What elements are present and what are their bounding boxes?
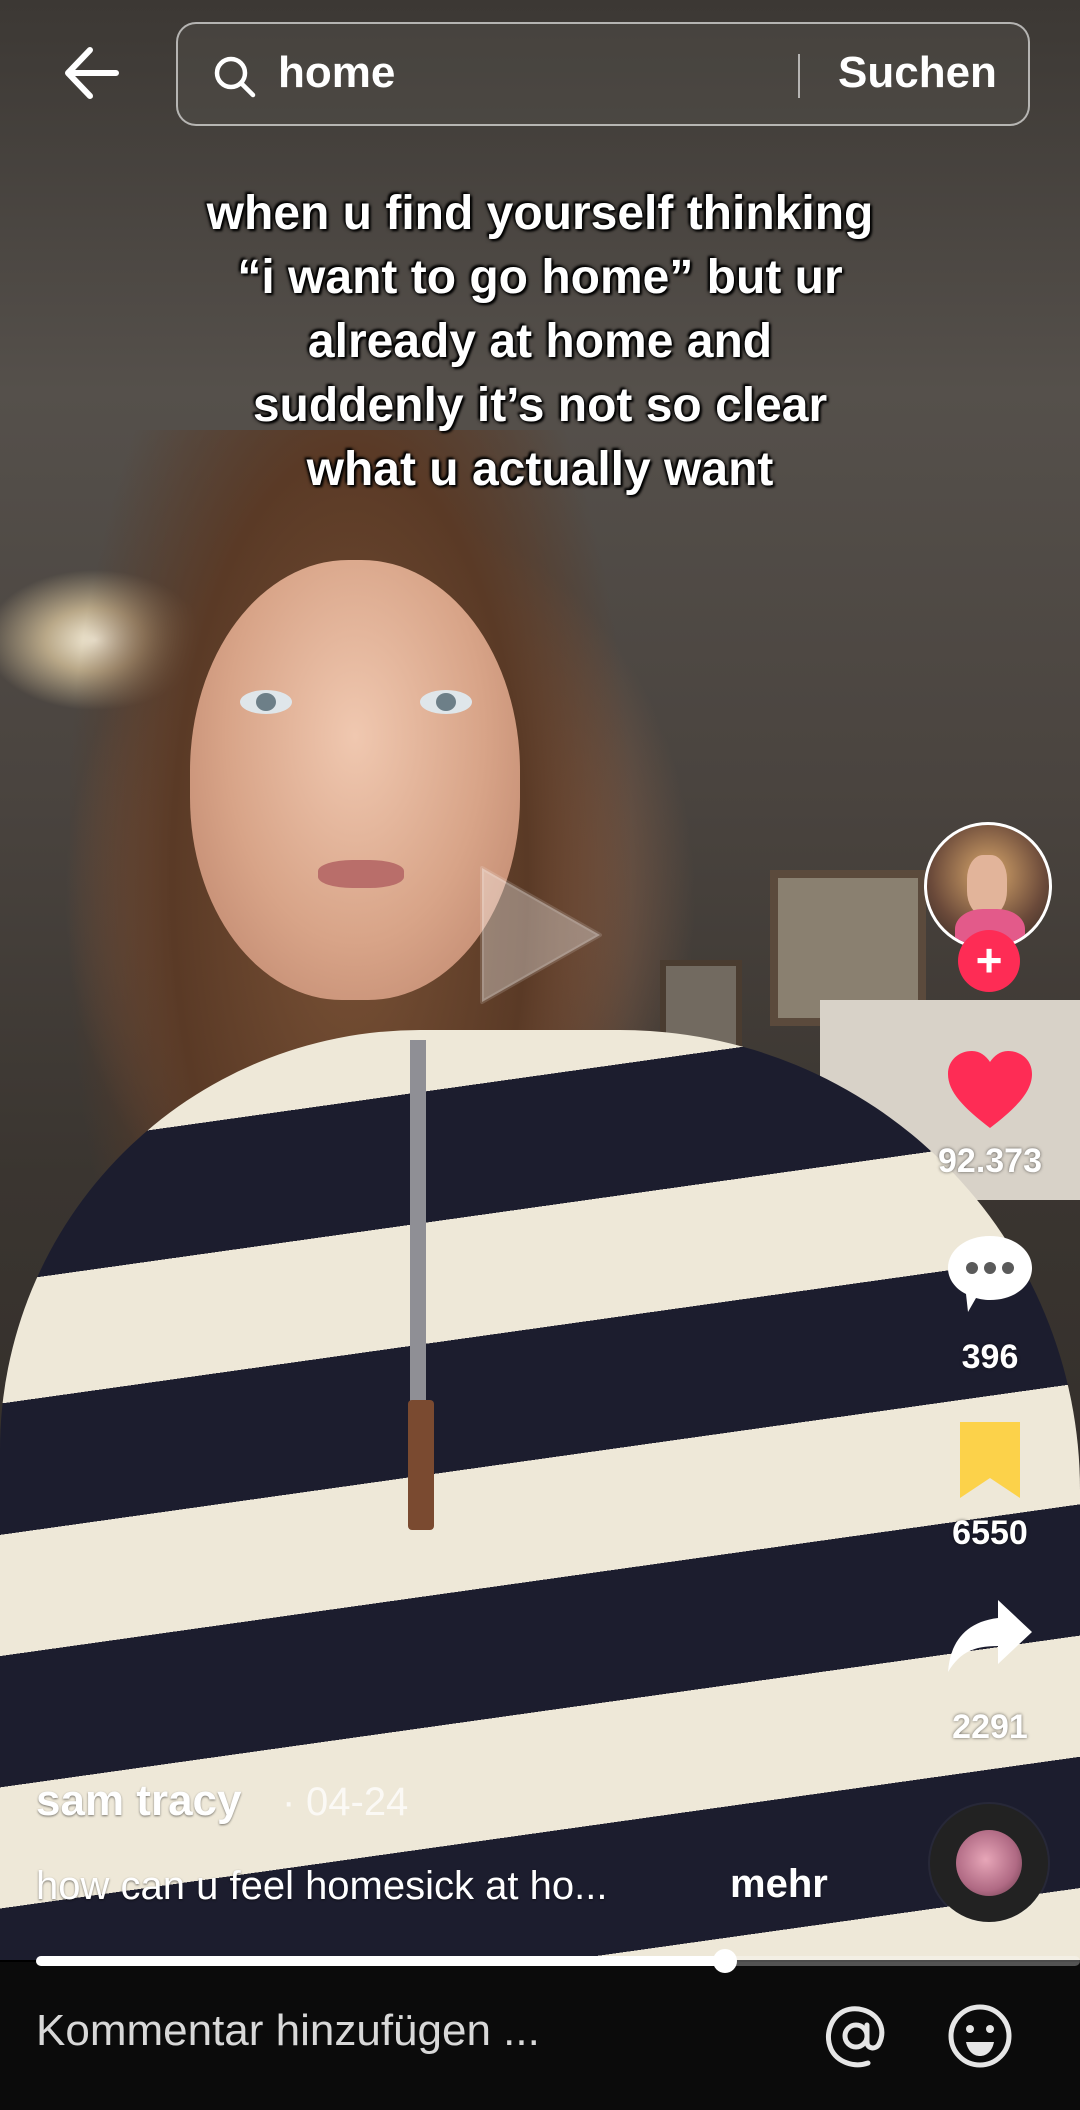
share-arrow-icon[interactable] xyxy=(944,1594,1036,1678)
music-disc[interactable] xyxy=(930,1804,1048,1922)
bookmark-icon[interactable] xyxy=(954,1418,1026,1502)
more-link[interactable]: mehr xyxy=(730,1862,828,1907)
video-subject-zipper-pull xyxy=(408,1400,434,1530)
date-separator: · xyxy=(282,1780,296,1824)
author-username[interactable]: sam tracy xyxy=(36,1776,241,1826)
play-icon[interactable] xyxy=(470,860,610,1010)
comment-bar: Kommentar hinzufügen ... xyxy=(0,1962,1080,2110)
video-subject-lips xyxy=(318,860,404,888)
video-caption-overlay: when u find yourself thinking “i want to… xyxy=(206,187,874,496)
plus-icon: + xyxy=(975,934,1003,986)
music-disc-cover xyxy=(956,1830,1022,1896)
heart-icon[interactable] xyxy=(944,1048,1036,1132)
at-icon[interactable] xyxy=(822,2002,890,2070)
search-bar[interactable]: home Suchen xyxy=(176,22,1030,126)
comment-input[interactable]: Kommentar hinzufügen ... xyxy=(36,2006,540,2056)
back-arrow-icon[interactable] xyxy=(60,42,122,104)
emoji-icon[interactable] xyxy=(946,2002,1014,2070)
search-icon xyxy=(214,56,256,98)
comment-bubble-icon[interactable] xyxy=(944,1232,1036,1316)
likes-count: 92.373 xyxy=(938,1142,1042,1180)
video-progress-thumb[interactable] xyxy=(713,1949,738,1973)
comments-count: 396 xyxy=(961,1338,1019,1376)
search-divider xyxy=(798,54,800,98)
shares-count: 2291 xyxy=(952,1708,1028,1746)
bookmarks-count: 6550 xyxy=(952,1514,1028,1552)
follow-button[interactable]: + xyxy=(958,930,1020,992)
avatar-figure xyxy=(967,855,1007,915)
video-description[interactable]: how can u feel homesick at ho... xyxy=(36,1864,607,1909)
video-progress-fill xyxy=(36,1956,726,1966)
video-subject-eye-right xyxy=(420,690,472,714)
video-screen: home Suchen when u find yourself thinkin… xyxy=(0,0,1080,2110)
search-button[interactable]: Suchen xyxy=(838,48,997,98)
video-subject-eye-left xyxy=(240,690,292,714)
post-date: 04-24 xyxy=(306,1780,409,1824)
video-progress-bar[interactable] xyxy=(36,1949,1080,1973)
search-query[interactable]: home xyxy=(278,48,395,98)
